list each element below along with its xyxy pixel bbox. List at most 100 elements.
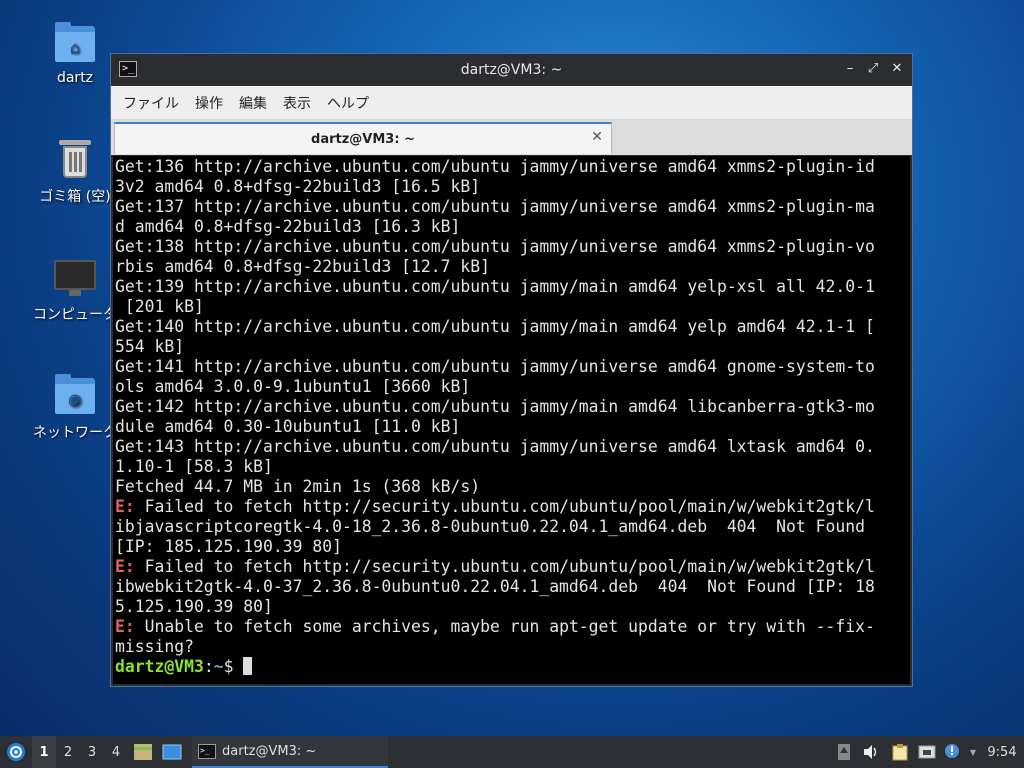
menu-help[interactable]: ヘルプ (319, 93, 377, 113)
clock[interactable]: 9:54 (980, 736, 1024, 768)
tray-notifications[interactable] (940, 736, 966, 768)
clipboard-icon (892, 744, 908, 761)
terminal-line: dule amd64 0.30-10ubuntu1 [11.0 kB] (115, 417, 910, 437)
tray-toggle-arrow[interactable]: ▼ (966, 736, 980, 768)
prompt-path: ~ (213, 657, 224, 676)
terminal-line: Get:141 http://archive.ubuntu.com/ubuntu… (115, 357, 910, 377)
workspace-2[interactable]: 2 (56, 736, 80, 768)
terminal-line: missing? (115, 637, 910, 657)
tab-bar: dartz@VM3: ~ ✕ (111, 120, 912, 155)
terminal-error-line: E: Failed to fetch http://security.ubunt… (115, 557, 910, 577)
terminal-line: Get:143 http://archive.ubuntu.com/ubuntu… (115, 437, 910, 457)
line-text: ibwebkit2gtk-4.0-37_2.36.8-0ubuntu0.22.0… (115, 577, 875, 596)
terminal-line: d amd64 0.8+dfsg-22build3 [16.3 kB] (115, 217, 910, 237)
terminal-line: 1.10-1 [58.3 kB] (115, 457, 910, 477)
prompt-user-host: dartz@VM3 (115, 657, 204, 676)
line-text: Fetched 44.7 MB in 2min 1s (368 kB/s) (115, 477, 481, 496)
line-text: ols amd64 3.0.0-9.1ubuntu1 [3660 kB] (115, 377, 471, 396)
taskbar-task-terminal[interactable]: >_ dartz@VM3: ~ (192, 736, 388, 768)
terminal-window[interactable]: >_ dartz@VM3: ~ – ⤢ ✕ ファイル 操作 編集 表示 ヘルプ … (110, 53, 913, 687)
file-manager-icon (134, 744, 152, 760)
line-text: [201 kB] (115, 297, 204, 316)
terminal-line: 5.125.190.39 80] (115, 597, 910, 617)
line-text: Get:138 http://archive.ubuntu.com/ubuntu… (115, 237, 875, 256)
terminal-error-line: E: Unable to fetch some archives, maybe … (115, 617, 910, 637)
line-text: 554 kB] (115, 337, 185, 356)
taskbar: 1 2 3 4 >_ dartz@VM3: ~ ▼ 9:54 (0, 736, 1024, 768)
prompt-symbol: $ (223, 657, 244, 676)
terminal-line: Get:137 http://archive.ubuntu.com/ubuntu… (115, 197, 910, 217)
terminal-line: Get:140 http://archive.ubuntu.com/ubuntu… (115, 317, 910, 337)
terminal-line: 554 kB] (115, 337, 910, 357)
terminal-line: rbis amd64 0.8+dfsg-22build3 [12.7 kB] (115, 257, 910, 277)
line-text: Get:141 http://archive.ubuntu.com/ubuntu… (115, 357, 875, 376)
terminal-line: Get:139 http://archive.ubuntu.com/ubuntu… (115, 277, 910, 297)
terminal-line: [IP: 185.125.190.39 80] (115, 537, 910, 557)
tray-network[interactable] (914, 736, 940, 768)
line-text: Unable to fetch some archives, maybe run… (134, 617, 875, 636)
terminal-line: Get:138 http://archive.ubuntu.com/ubuntu… (115, 237, 910, 257)
line-text: Get:137 http://archive.ubuntu.com/ubuntu… (115, 197, 875, 216)
line-text: 5.125.190.39 80] (115, 597, 273, 616)
terminal-error-line: E: Failed to fetch http://security.ubunt… (115, 497, 910, 517)
error-prefix: E: (115, 497, 135, 516)
notification-icon (945, 744, 959, 758)
line-text: d amd64 0.8+dfsg-22build3 [16.3 kB] (115, 217, 461, 236)
line-text: [IP: 185.125.190.39 80] (115, 537, 342, 556)
network-folder-icon: ◉ (53, 374, 97, 418)
home-folder-icon: ⌂ (53, 22, 97, 66)
prompt-separator: : (203, 657, 214, 676)
terminal-line: Get:142 http://archive.ubuntu.com/ubuntu… (115, 397, 910, 417)
menu-edit[interactable]: 編集 (231, 93, 275, 113)
line-text: Get:143 http://archive.ubuntu.com/ubuntu… (115, 437, 875, 456)
window-title: dartz@VM3: ~ (460, 62, 563, 78)
line-text: 3v2 amd64 0.8+dfsg-22build3 [16.5 kB] (115, 177, 481, 196)
terminal-line: ibjavascriptcoregtk-4.0-18_2.36.8-0ubunt… (115, 517, 910, 537)
maximize-button[interactable]: ⤢ (864, 60, 882, 78)
tray-volume[interactable] (856, 736, 886, 768)
line-text: dule amd64 0.30-10ubuntu1 [11.0 kB] (115, 417, 461, 436)
task-label: dartz@VM3: ~ (222, 743, 317, 759)
error-prefix: E: (115, 617, 135, 636)
terminal-output[interactable]: Get:136 http://archive.ubuntu.com/ubuntu… (113, 156, 910, 684)
workspace-3[interactable]: 3 (80, 736, 104, 768)
terminal-line: Fetched 44.7 MB in 2min 1s (368 kB/s) (115, 477, 910, 497)
terminal-line: [201 kB] (115, 297, 910, 317)
tab-close-button[interactable]: ✕ (591, 129, 603, 145)
show-desktop-button[interactable] (158, 736, 186, 768)
update-arrow-icon (838, 744, 850, 760)
file-manager-launcher[interactable] (128, 736, 158, 768)
terminal-line: 3v2 amd64 0.8+dfsg-22build3 [16.5 kB] (115, 177, 910, 197)
terminal-line: ibwebkit2gtk-4.0-37_2.36.8-0ubuntu0.22.0… (115, 577, 910, 597)
volume-icon (864, 745, 877, 759)
close-button[interactable]: ✕ (888, 60, 906, 78)
terminal-line: ols amd64 3.0.0-9.1ubuntu1 [3660 kB] (115, 377, 910, 397)
tray-clipboard[interactable] (886, 736, 914, 768)
network-wired-icon (918, 745, 936, 759)
line-text: ibjavascriptcoregtk-4.0-18_2.36.8-0ubunt… (115, 517, 865, 536)
menu-view[interactable]: 表示 (275, 93, 319, 113)
chevron-down-icon: ▼ (969, 747, 977, 757)
line-text: 1.10-1 [58.3 kB] (115, 457, 273, 476)
terminal-prompt[interactable]: dartz@VM3:~$ (115, 657, 910, 677)
minimize-button[interactable]: – (841, 60, 859, 78)
tray-updates[interactable] (832, 736, 856, 768)
trash-icon (53, 138, 97, 182)
line-text: missing? (115, 637, 194, 656)
start-menu-button[interactable] (0, 736, 32, 768)
menu-file[interactable]: ファイル (115, 93, 187, 113)
tab-terminal[interactable]: dartz@VM3: ~ ✕ (114, 122, 612, 154)
text-cursor (243, 657, 253, 675)
line-text: Get:142 http://archive.ubuntu.com/ubuntu… (115, 397, 875, 416)
window-titlebar[interactable]: >_ dartz@VM3: ~ – ⤢ ✕ (111, 54, 912, 86)
workspace-1[interactable]: 1 (32, 736, 56, 768)
menu-bar: ファイル 操作 編集 表示 ヘルプ (111, 86, 912, 120)
menu-action[interactable]: 操作 (187, 93, 231, 113)
line-text: Get:140 http://archive.ubuntu.com/ubuntu… (115, 317, 875, 336)
lubuntu-logo-icon (7, 743, 25, 761)
line-text: Get:136 http://archive.ubuntu.com/ubuntu… (115, 157, 875, 176)
workspace-4[interactable]: 4 (104, 736, 128, 768)
error-prefix: E: (115, 557, 135, 576)
desktop-icon (162, 744, 182, 760)
terminal-icon: >_ (198, 743, 216, 759)
